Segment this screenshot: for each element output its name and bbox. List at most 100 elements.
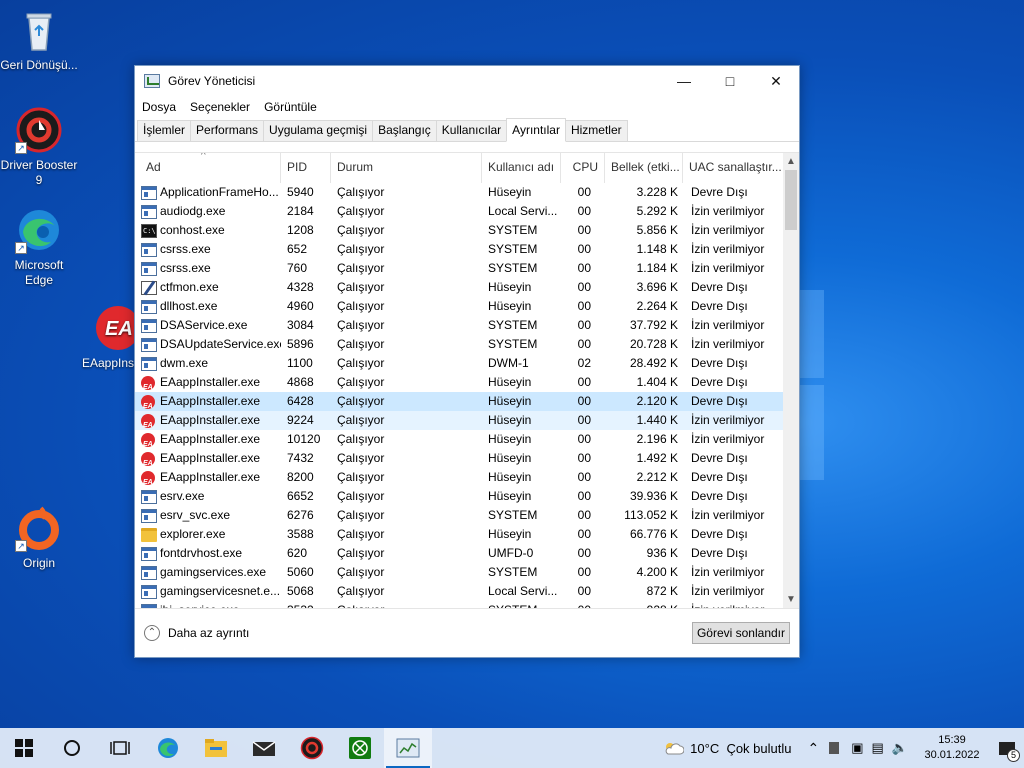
taskbar-task-manager[interactable] — [384, 728, 432, 768]
desktop-icon-recycle-bin[interactable]: Geri Dönüşü... — [0, 6, 78, 73]
process-row[interactable]: dwm.exe 1100 Çalışıyor DWM-1 02 28.492 K Devre… — [135, 354, 783, 373]
network-icon[interactable]: ▤ — [872, 740, 884, 756]
clock-time: 15:39 — [938, 734, 966, 746]
process-row[interactable]: ctfmon.exe 4328 Çalışıyor Hüseyin 00 3.696 K D… — [135, 278, 783, 297]
vertical-scrollbar[interactable]: ▲ ▼ — [783, 153, 799, 608]
tab-uygulama-gecmisi[interactable]: Uygulama geçmişi — [263, 120, 374, 141]
process-name-cell: dwm.exe — [135, 354, 281, 373]
process-user-cell: Hüseyin — [488, 394, 532, 408]
column-header-label: Bellek (etki... — [611, 160, 680, 174]
chevron-up-icon[interactable]: ⌃ — [807, 740, 819, 757]
process-pid-cell: 6652 — [287, 489, 314, 503]
process-app-icon — [141, 356, 157, 371]
process-row[interactable]: EAappInstaller.exe 7432 Çalışıyor Hüseyin 00… — [135, 449, 783, 468]
process-cpu-cell: 00 — [577, 394, 591, 408]
column-header-memory[interactable]: Bellek (etki... — [605, 153, 683, 183]
process-row[interactable]: gamingservicesnet.e... 5068 Çalışıyor Local… — [135, 582, 783, 601]
process-row[interactable]: DSAService.exe 3084 Çalışıyor SYSTEM 00 37.79… — [135, 316, 783, 335]
process-row[interactable]: esrv.exe 6652 Çalışıyor Hüseyin 00 39.936 K De… — [135, 487, 783, 506]
process-app-icon — [141, 242, 157, 257]
tray-app-icon[interactable] — [829, 742, 840, 754]
column-header-label: Ad — [146, 160, 161, 174]
process-row[interactable]: explorer.exe 3588 Çalışıyor Hüseyin 00 66.776… — [135, 525, 783, 544]
menu-secenekler[interactable]: Seçenekler — [190, 100, 250, 114]
system-tray: 10°C Çok bulutlu ⌃ ▣ ▤ 🔈 15:39 30.01.202… — [662, 728, 1024, 768]
process-row[interactable]: csrss.exe 760 Çalışıyor SYSTEM 00 1.184 K İzin… — [135, 259, 783, 278]
taskbar-xbox[interactable] — [336, 728, 384, 768]
process-row[interactable]: gamingservices.exe 5060 Çalışıyor SYSTEM 00 4… — [135, 563, 783, 582]
search-button[interactable] — [48, 728, 96, 768]
recycle-bin-icon — [15, 6, 63, 54]
end-task-button[interactable]: Görevi sonlandır — [691, 622, 790, 644]
process-memory-cell: 66.776 K — [629, 527, 678, 541]
process-user-cell: Local Servi... — [488, 584, 558, 598]
taskbar-mail[interactable] — [240, 728, 288, 768]
scroll-up-arrow-icon[interactable]: ▲ — [783, 154, 799, 170]
column-header-cpu[interactable]: CPU — [561, 153, 605, 183]
scroll-down-arrow-icon[interactable]: ▼ — [783, 592, 799, 608]
process-row[interactable]: conhost.exe 1208 Çalışıyor SYSTEM 00 5.856 K İ… — [135, 221, 783, 240]
taskbar-edge[interactable] — [144, 728, 192, 768]
close-button[interactable]: ✕ — [753, 66, 799, 96]
process-status-cell: Çalışıyor — [337, 584, 385, 598]
desktop-icon-ea-installer[interactable]: EA EAappInst — [78, 304, 140, 371]
process-row[interactable]: fontdrvhost.exe 620 Çalışıyor UMFD-0 00 936 K… — [135, 544, 783, 563]
process-row[interactable]: dllhost.exe 4960 Çalışıyor Hüseyin 00 2.264 K… — [135, 297, 783, 316]
scroll-thumb[interactable] — [785, 170, 797, 230]
column-header-status[interactable]: Durum — [331, 153, 482, 183]
process-row[interactable]: EAappInstaller.exe 10120 Çalışıyor Hüseyin 0… — [135, 430, 783, 449]
process-row[interactable]: ApplicationFrameHo... 5940 Çalışıyor Hüseyi… — [135, 183, 783, 202]
column-header-pid[interactable]: PID — [281, 153, 331, 183]
process-name-cell: DSAService.exe — [135, 316, 281, 335]
meet-now-icon[interactable]: ▣ — [851, 740, 863, 756]
process-cpu-cell: 00 — [577, 318, 591, 332]
process-memory-cell: 28.492 K — [629, 356, 678, 370]
tab-islemler[interactable]: İşlemler — [137, 120, 192, 141]
process-name-cell: DSAUpdateService.exe — [135, 335, 281, 354]
taskbar-file-explorer[interactable] — [192, 728, 240, 768]
task-view-button[interactable] — [96, 728, 144, 768]
process-row[interactable]: DSAUpdateService.exe 5896 Çalışıyor SYSTEM 0… — [135, 335, 783, 354]
title-bar[interactable]: Görev Yöneticisi — □ ✕ — [135, 66, 799, 96]
start-button[interactable] — [0, 728, 48, 768]
tab-hizmetler[interactable]: Hizmetler — [564, 120, 628, 141]
process-memory-cell: 1.404 K — [636, 375, 678, 389]
process-name-label: EAappInstaller.exe — [160, 470, 261, 484]
process-row[interactable]: EAappInstaller.exe 4868 Çalışıyor Hüseyin 00… — [135, 373, 783, 392]
column-header-user[interactable]: Kullanıcı adı — [482, 153, 561, 183]
wallpaper-logo-pane — [800, 385, 824, 480]
process-pid-cell: 6276 — [287, 508, 314, 522]
tab-ayrintilar[interactable]: Ayrıntılar — [506, 118, 566, 142]
taskbar-driver-booster[interactable] — [288, 728, 336, 768]
column-header-name[interactable]: ^ Ad — [135, 153, 281, 183]
column-header-uac[interactable]: UAC sanallaştır... — [683, 153, 783, 183]
process-pid-cell: 1208 — [287, 223, 314, 237]
desktop-icon-driver-booster[interactable]: ↗ Driver Booster 9 — [0, 106, 78, 188]
notification-center-button[interactable]: 5 — [994, 728, 1020, 768]
maximize-button[interactable]: □ — [707, 66, 753, 96]
process-uac-cell: Devre Dışı — [691, 185, 748, 199]
process-name-cell: dllhost.exe — [135, 297, 281, 316]
process-row[interactable]: EAappInstaller.exe 6428 Çalışıyor Hüseyin 00… — [135, 392, 783, 411]
process-row[interactable]: csrss.exe 652 Çalışıyor SYSTEM 00 1.148 K İzin… — [135, 240, 783, 259]
process-memory-cell: 1.184 K — [636, 261, 678, 275]
process-name-label: gamingservicesnet.e... — [160, 584, 281, 598]
minimize-button[interactable]: — — [661, 66, 707, 96]
menu-dosya[interactable]: Dosya — [142, 100, 176, 114]
tab-kullanicilar[interactable]: Kullanıcılar — [435, 120, 508, 141]
volume-icon[interactable]: 🔈 — [892, 740, 908, 756]
less-details-button[interactable]: ⌃ Daha az ayrıntı — [144, 625, 249, 641]
desktop-icon-edge[interactable]: ↗ Microsoft Edge — [0, 206, 78, 288]
process-row[interactable]: EAappInstaller.exe 9224 Çalışıyor Hüseyin 00… — [135, 411, 783, 430]
process-row[interactable]: ibi_service.exe 3532ÇalışıyorSYSTEM00928 … — [135, 601, 783, 608]
clock[interactable]: 15:39 30.01.2022 — [916, 733, 988, 763]
tab-baslangic[interactable]: Başlangıç — [372, 120, 437, 141]
process-row[interactable]: audiodg.exe 2184 Çalışıyor Local Servi... 00… — [135, 202, 783, 221]
process-row[interactable]: esrv_svc.exe 6276 Çalışıyor SYSTEM 00 113.052… — [135, 506, 783, 525]
weather-text[interactable]: 10°C Çok bulutlu — [690, 741, 791, 756]
process-uac-cell: İzin verilmiyor — [691, 432, 765, 446]
menu-goruntule[interactable]: Görüntüle — [264, 100, 317, 114]
desktop-icon-origin[interactable]: ↗ Origin — [0, 504, 78, 571]
process-row[interactable]: EAappInstaller.exe 8200 Çalışıyor Hüseyin 00… — [135, 468, 783, 487]
tab-performans[interactable]: Performans — [190, 120, 265, 141]
